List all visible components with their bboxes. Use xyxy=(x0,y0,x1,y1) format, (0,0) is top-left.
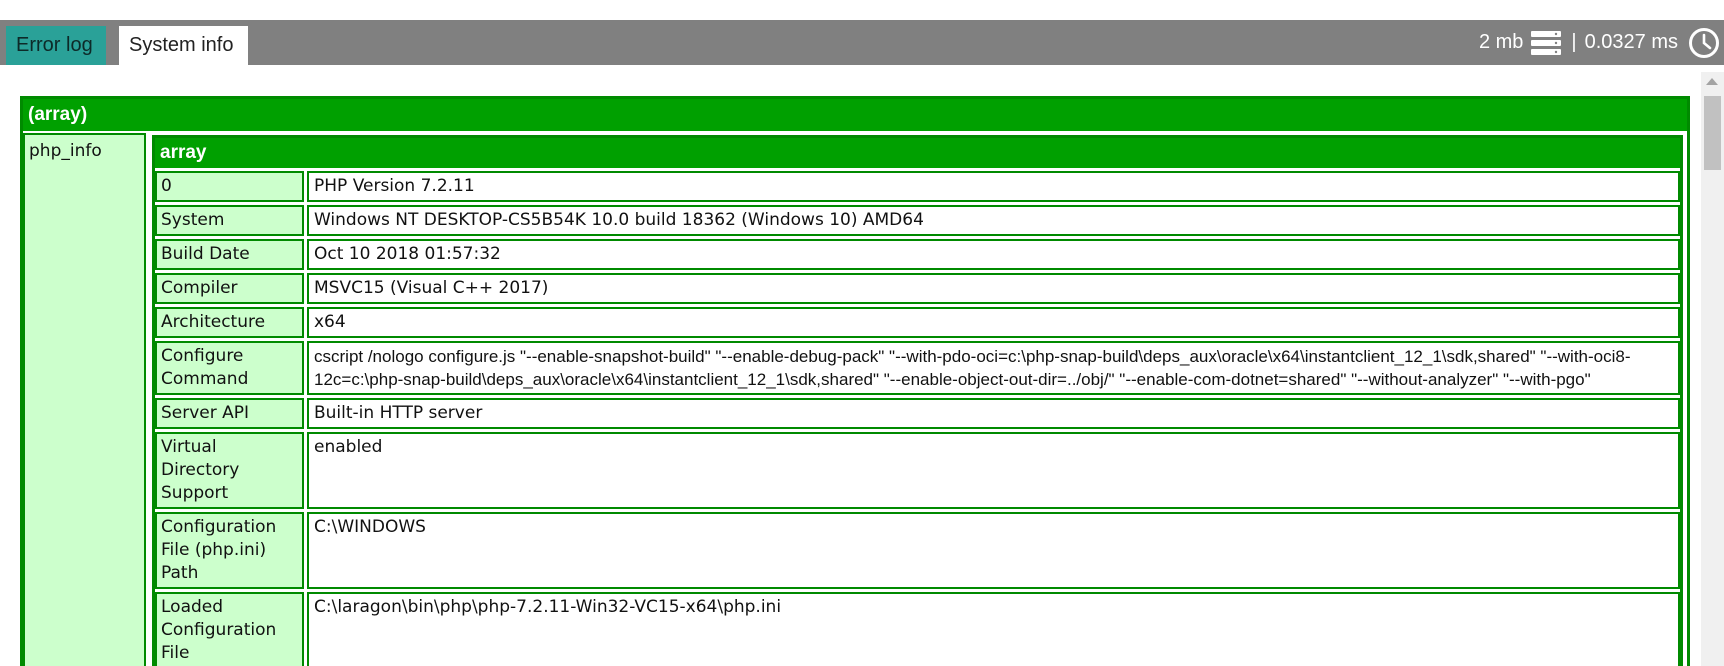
table-row: Server API Built-in HTTP server xyxy=(155,398,1680,429)
row-value: x64 xyxy=(307,307,1680,338)
php-info-type: array xyxy=(155,138,1680,168)
table-row: Architecture x64 xyxy=(155,307,1680,338)
row-value: cscript /nologo configure.js "--enable-s… xyxy=(307,341,1680,395)
table-row: Virtual Directory Support enabled xyxy=(155,432,1680,509)
top-bar: Error log System info 2 mb | 0.0327 ms xyxy=(0,20,1724,65)
row-key: Architecture xyxy=(155,307,304,338)
table-row: 0 PHP Version 7.2.11 xyxy=(155,171,1680,202)
dump-root-type: (array) xyxy=(23,99,1687,131)
scroll-thumb[interactable] xyxy=(1704,96,1721,170)
dump-content: (array) php_info array 0 PHP Version 7.2… xyxy=(20,96,1690,666)
row-key: 0 xyxy=(155,171,304,202)
server-icon xyxy=(1531,30,1562,55)
dump-root-table: (array) php_info array 0 PHP Version 7.2… xyxy=(20,96,1690,666)
memory-usage: 2 mb xyxy=(1478,31,1524,53)
table-row: System Windows NT DESKTOP-CS5B54K 10.0 b… xyxy=(155,205,1680,236)
row-key: Loaded Configuration File xyxy=(155,592,304,666)
row-key: Server API xyxy=(155,398,304,429)
row-value: C:\laragon\bin\php\php-7.2.11-Win32-VC15… xyxy=(307,592,1680,666)
row-key: Virtual Directory Support xyxy=(155,432,304,509)
vertical-scrollbar[interactable] xyxy=(1701,72,1724,666)
row-value: enabled xyxy=(307,432,1680,509)
row-key: System xyxy=(155,205,304,236)
row-value: MSVC15 (Visual C++ 2017) xyxy=(307,273,1680,304)
php-info-table: array 0 PHP Version 7.2.11 System Window… xyxy=(152,135,1683,666)
table-row: Compiler MSVC15 (Visual C++ 2017) xyxy=(155,273,1680,304)
clock-icon xyxy=(1689,27,1719,58)
table-row: Configure Command cscript /nologo config… xyxy=(155,341,1680,395)
row-key: Build Date xyxy=(155,239,304,270)
table-row: Build Date Oct 10 2018 01:57:32 xyxy=(155,239,1680,270)
scroll-up-arrow-icon[interactable] xyxy=(1706,78,1718,85)
row-key: Configure Command xyxy=(155,341,304,395)
execution-time: 0.0327 ms xyxy=(1584,31,1678,53)
table-row: Configuration File (php.ini) Path C:\WIN… xyxy=(155,512,1680,589)
stats-separator: | xyxy=(1571,31,1577,53)
row-value: C:\WINDOWS xyxy=(307,512,1680,589)
table-row: Loaded Configuration File C:\laragon\bin… xyxy=(155,592,1680,666)
dump-root-key: php_info xyxy=(23,133,146,666)
stats-area: 2 mb | 0.0327 ms xyxy=(1475,20,1724,65)
row-value: Windows NT DESKTOP-CS5B54K 10.0 build 18… xyxy=(307,205,1680,236)
row-value: Oct 10 2018 01:57:32 xyxy=(307,239,1680,270)
tab-error-log[interactable]: Error log xyxy=(6,26,106,65)
row-key: Compiler xyxy=(155,273,304,304)
tab-system-info[interactable]: System info xyxy=(119,26,248,65)
row-value: Built-in HTTP server xyxy=(307,398,1680,429)
row-key: Configuration File (php.ini) Path xyxy=(155,512,304,589)
row-value: PHP Version 7.2.11 xyxy=(307,171,1680,202)
